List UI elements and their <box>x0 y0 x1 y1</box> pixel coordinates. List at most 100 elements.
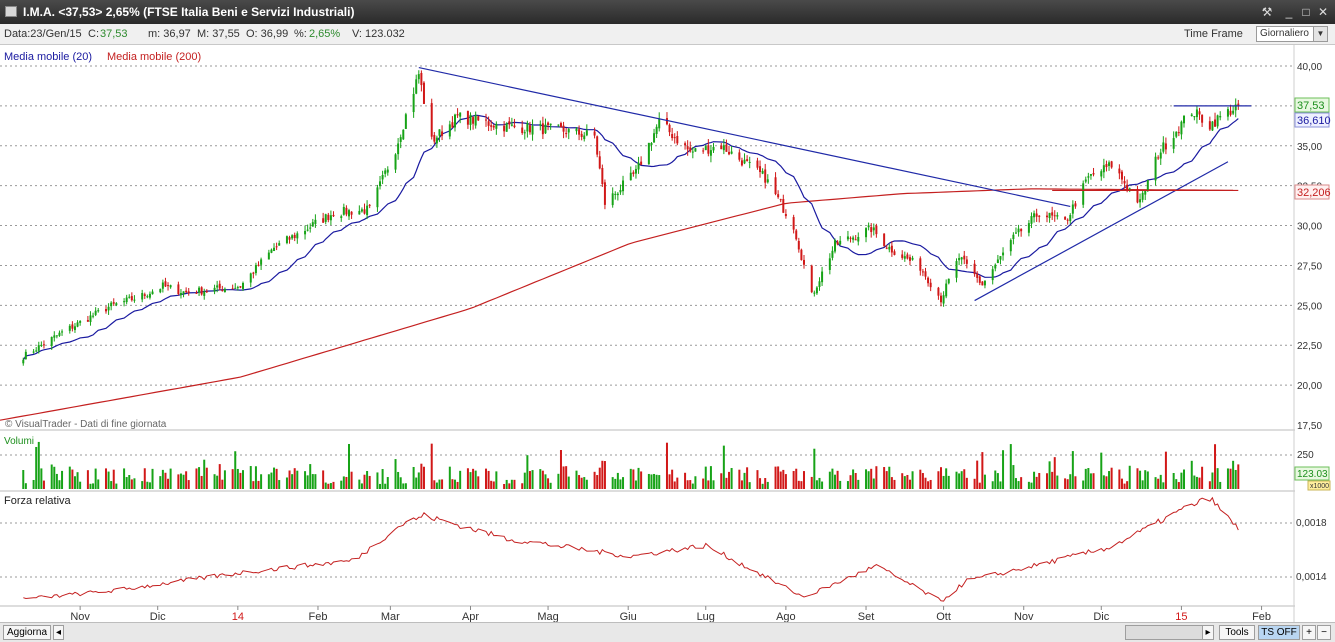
candle-body <box>485 119 488 121</box>
zoom-out-button[interactable]: − <box>1317 625 1331 640</box>
candle-body <box>161 282 164 289</box>
volume-bar <box>792 471 795 489</box>
volume-bar <box>526 455 529 489</box>
volume-bar <box>854 473 857 489</box>
candle-body <box>557 124 560 126</box>
timeframe-label: Time Frame <box>1184 28 1243 40</box>
volume-bar <box>1172 473 1175 489</box>
volume-bar <box>1014 478 1017 489</box>
candle-body <box>955 261 958 278</box>
candle-body <box>616 193 619 196</box>
volume-bar <box>601 460 604 489</box>
volume-bar <box>148 482 151 489</box>
candle-body <box>603 182 606 205</box>
volume-bar <box>1087 468 1090 489</box>
candle-body <box>999 256 1002 260</box>
candle-body <box>234 287 237 289</box>
candle-body <box>852 237 855 240</box>
candle-body <box>1071 204 1074 214</box>
candle-body <box>911 257 914 260</box>
volume-bar <box>541 470 544 489</box>
candle-body <box>929 282 932 288</box>
minimize-button[interactable]: _ <box>1281 4 1297 20</box>
volume-bar <box>179 473 182 489</box>
legend-ma20: Media mobile (20) <box>4 51 92 63</box>
candle-body <box>1201 114 1204 123</box>
candle-body <box>291 235 294 239</box>
volume-bar <box>1162 482 1165 489</box>
volume-bar <box>169 468 172 489</box>
candle-body <box>567 129 570 133</box>
candle-body <box>774 177 777 195</box>
volume-bar <box>991 481 994 489</box>
candle-body <box>141 293 144 300</box>
volume-bar <box>800 481 803 489</box>
volume-bar <box>650 474 653 489</box>
volume-bar <box>766 481 769 489</box>
chevron-down-icon[interactable]: ▼ <box>1313 27 1327 41</box>
volume-bar <box>836 470 839 489</box>
candle-body <box>1162 142 1165 152</box>
candle-body <box>503 125 506 132</box>
candle-body <box>441 131 444 136</box>
volume-bar <box>694 476 697 489</box>
ts-off-toggle[interactable]: TS OFF <box>1258 625 1300 640</box>
candle-body <box>402 129 405 140</box>
chart-area[interactable]: 40,0037,5035,0032,5030,0027,5025,0022,50… <box>0 45 1335 622</box>
candle-body <box>510 124 513 126</box>
candle-body <box>831 250 834 258</box>
refresh-button[interactable]: Aggiorna <box>3 625 51 640</box>
volume-bar <box>257 480 260 489</box>
candle-body <box>1183 115 1186 124</box>
close-button[interactable]: ✕ <box>1315 4 1331 20</box>
volume-bar <box>399 477 402 489</box>
candle-body <box>1105 164 1108 168</box>
candle-body <box>940 295 943 303</box>
scroll-right-button[interactable]: ▸ <box>1202 625 1214 640</box>
volume-bar <box>1229 468 1232 489</box>
candle-body <box>1074 203 1077 207</box>
scroll-left-button[interactable]: ◂ <box>53 625 64 640</box>
volume-bar <box>218 464 221 489</box>
candle-body <box>417 74 420 80</box>
maximize-button[interactable]: □ <box>1298 4 1314 20</box>
volume-bar <box>1053 457 1056 489</box>
zoom-in-button[interactable]: + <box>1302 625 1316 640</box>
candle-body <box>658 118 661 129</box>
candle-body <box>614 193 617 195</box>
volume-bar <box>94 468 97 489</box>
tools-button[interactable]: Tools <box>1219 625 1255 640</box>
volume-bar <box>146 481 149 489</box>
candle-body <box>906 254 909 259</box>
candle-body <box>304 230 307 235</box>
candle-body <box>94 310 97 315</box>
scrollbar-thumb[interactable] <box>1125 625 1203 640</box>
volume-bar <box>983 474 986 489</box>
candle-body <box>278 243 281 246</box>
candle-body <box>544 124 547 134</box>
volume-bar <box>448 466 451 489</box>
volume-bar <box>1159 474 1162 489</box>
candle-body <box>1172 138 1175 149</box>
volume-bar <box>508 483 511 489</box>
candle-body <box>821 271 824 283</box>
volume-bar <box>567 476 570 489</box>
candle-body <box>358 210 361 215</box>
candle-body <box>472 117 475 124</box>
candle-body <box>477 116 480 121</box>
timeframe-select[interactable]: Giornaliero ▼ <box>1256 26 1328 42</box>
candle-body <box>834 240 837 252</box>
candle-body <box>777 194 780 198</box>
candle-body <box>296 233 299 239</box>
month-label: Dic <box>150 611 166 622</box>
candle-body <box>611 193 614 206</box>
info-close-value: 37,53 <box>100 28 128 40</box>
volume-bar <box>797 480 800 489</box>
volume-bar <box>707 480 710 489</box>
candle-body <box>1216 115 1219 127</box>
tools-icon[interactable]: ⚒ <box>1259 4 1275 20</box>
candle-body <box>37 345 40 351</box>
candle-body <box>314 219 317 225</box>
candle-body <box>694 148 697 152</box>
volume-bar <box>996 473 999 489</box>
